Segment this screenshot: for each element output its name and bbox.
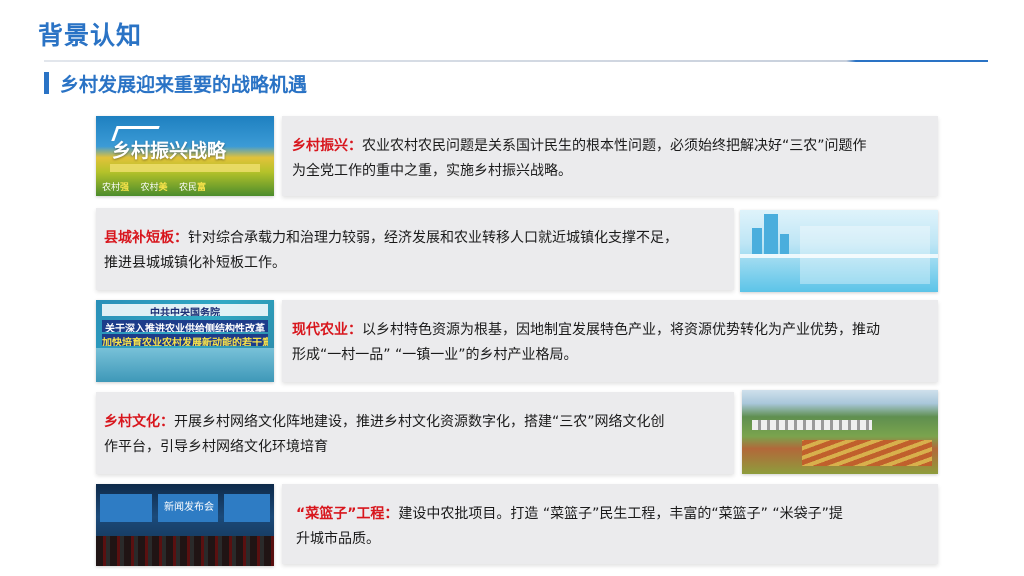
image-footer-text: 强 bbox=[120, 183, 130, 193]
image-footer: 农村强 农村美 农民富 bbox=[102, 180, 206, 193]
page-subtitle: 乡村发展迎来重要的战略机遇 bbox=[60, 74, 308, 96]
field-backdrop bbox=[96, 348, 274, 382]
document-line: 关于深入推进农业供给侧结构性改革 bbox=[102, 320, 268, 332]
dashboard-band bbox=[740, 254, 938, 258]
stage-screen-text: 新闻发布会 bbox=[164, 502, 214, 513]
card-body: 升城市品质。 bbox=[296, 531, 380, 547]
rural-revitalization-image: 乡村振兴战略 农村强 农村美 农民富 bbox=[96, 116, 274, 196]
card-body: 形成“一村一品” “一镇一业”的乡村产业格局。 bbox=[292, 347, 578, 363]
card-body: 建设中农批项目。打造 “菜篮子”民生工程，丰富的“菜篮子” “米袋子”提 bbox=[398, 506, 843, 522]
card-body: 开展乡村网络文化阵地建设，推进乡村文化资源数字化，搭建“三农”网络文化创 bbox=[174, 414, 665, 430]
press-conference-image: 新闻发布会 bbox=[96, 484, 274, 566]
page-title: 背景认知 bbox=[38, 21, 143, 50]
card-vegetable-basket-text: “菜篮子”工程：建设中农批项目。打造 “菜篮子”民生工程，丰富的“菜篮子” “米… bbox=[296, 502, 932, 552]
building-shape bbox=[764, 214, 778, 254]
audience-crowd bbox=[96, 536, 274, 566]
card-body: 农业农村农民问题是关系国计民生的根本性问题，必须始终把解决好“三农”问题作 bbox=[362, 138, 867, 154]
card-body: 针对综合承载力和治理力较弱，经济发展和农业转移人口就近城镇化支撑不足， bbox=[188, 230, 678, 246]
card-heading: 乡村文化： bbox=[104, 414, 174, 430]
card-body: 为全党工作的重中之重，实施乡村振兴战略。 bbox=[292, 163, 572, 179]
card-rural-revitalization-text: 乡村振兴：农业农村农民问题是关系国计民生的根本性问题，必须始终把解决好“三农”问… bbox=[292, 134, 932, 184]
card-heading: “菜篮子”工程： bbox=[296, 506, 399, 522]
image-footer-text: 美 bbox=[158, 183, 168, 193]
image-tag-strip bbox=[110, 164, 260, 172]
image-footer-text: 农村 bbox=[140, 183, 159, 193]
card-heading: 县城补短板： bbox=[104, 230, 188, 246]
card-rural-culture-text: 乡村文化：开展乡村网络文化阵地建设，推进乡村文化资源数字化，搭建“三农”网络文化… bbox=[104, 410, 730, 460]
image-footer-text: 农民 bbox=[178, 183, 197, 193]
card-heading: 现代农业： bbox=[292, 322, 362, 338]
building-shape bbox=[752, 228, 762, 254]
village-houses bbox=[752, 420, 872, 430]
document-line: 中共中央国务院 bbox=[102, 304, 268, 316]
building-shape bbox=[780, 234, 789, 254]
card-body: 推进县城城镇化补短板工作。 bbox=[104, 255, 286, 271]
county-dashboard-image bbox=[740, 210, 938, 292]
card-body: 以乡村特色资源为根基，因地制宜发展特色产业，将资源优势转化为产业优势，推动 bbox=[362, 322, 880, 338]
card-county-shortboard-text: 县城补短板：针对综合承载力和治理力较弱，经济发展和农业转移人口就近城镇化支撑不足… bbox=[104, 226, 730, 276]
stage-screen bbox=[224, 494, 270, 522]
card-body: 作平台，引导乡村网络文化环境培育 bbox=[104, 439, 328, 455]
stage-screen bbox=[100, 494, 152, 522]
village-landscape-image bbox=[742, 390, 938, 474]
document-line: 加快培育农业农村发展新动能的若干意见 bbox=[102, 334, 268, 346]
card-modern-agriculture-text: 现代农业：以乡村特色资源为根基，因地制宜发展特色产业，将资源优势转化为产业优势，… bbox=[292, 318, 932, 368]
policy-document-image: 中共中央国务院 关于深入推进农业供给侧结构性改革 加快培育农业农村发展新动能的若… bbox=[96, 300, 274, 382]
header-divider bbox=[44, 60, 988, 62]
subtitle-accent-bar bbox=[44, 72, 49, 94]
image-footer-text: 农村 bbox=[102, 183, 121, 193]
image-title: 乡村振兴战略 bbox=[112, 140, 227, 162]
farmland-stripes bbox=[802, 440, 932, 466]
image-footer-text: 富 bbox=[196, 183, 206, 193]
card-heading: 乡村振兴： bbox=[292, 138, 362, 154]
